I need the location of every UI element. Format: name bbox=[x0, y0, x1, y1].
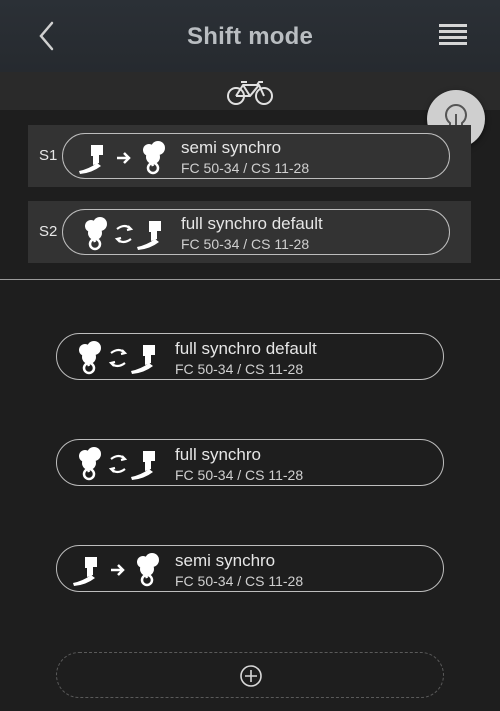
gear-ratio: FC 50-34 / CS 11-28 bbox=[175, 573, 304, 589]
plus-circle-icon bbox=[240, 665, 262, 687]
section-divider bbox=[0, 279, 500, 280]
semi-synchro-icon bbox=[71, 553, 161, 587]
mode-name: full synchro default bbox=[181, 214, 323, 233]
mode-option-full-synchro-default[interactable]: full synchro default FC 50-34 / CS 11-28 bbox=[56, 333, 444, 380]
mode-option-semi-synchro[interactable]: semi synchro FC 50-34 / CS 11-28 bbox=[56, 545, 444, 592]
bike-bar bbox=[0, 72, 500, 110]
full-synchro-icon bbox=[77, 447, 157, 481]
mode-pill-s1[interactable]: semi synchro FC 50-34 / CS 11-28 bbox=[62, 133, 450, 179]
slot-s1: S1 semi synchro FC 50-34 / CS 11-28 bbox=[28, 125, 471, 187]
slot-label: S1 bbox=[39, 147, 58, 164]
mode-option-full-synchro[interactable]: full synchro FC 50-34 / CS 11-28 bbox=[56, 439, 444, 486]
menu-button[interactable] bbox=[438, 22, 468, 48]
list-menu-icon bbox=[439, 24, 467, 45]
header-bar: Shift mode bbox=[0, 0, 500, 72]
gear-ratio: FC 50-34 / CS 11-28 bbox=[181, 236, 310, 252]
mode-name: full synchro default bbox=[175, 339, 317, 358]
semi-synchro-icon bbox=[77, 141, 167, 175]
slot-label: S2 bbox=[39, 223, 58, 240]
gear-ratio: FC 50-34 / CS 11-28 bbox=[175, 361, 304, 377]
gear-ratio: FC 50-34 / CS 11-28 bbox=[181, 160, 310, 176]
mode-name: semi synchro bbox=[175, 551, 276, 570]
add-mode-button[interactable] bbox=[56, 652, 444, 698]
page-title: Shift mode bbox=[187, 23, 313, 50]
bicycle-icon bbox=[227, 81, 273, 105]
mode-name: semi synchro bbox=[181, 138, 282, 157]
full-synchro-icon bbox=[83, 217, 163, 251]
slot-s2: S2 full synchro default FC 50-34 / CS 11… bbox=[28, 201, 471, 263]
gear-ratio: FC 50-34 / CS 11-28 bbox=[175, 467, 304, 483]
mode-name: full synchro bbox=[175, 445, 261, 464]
full-synchro-icon bbox=[77, 341, 157, 375]
mode-pill-s2[interactable]: full synchro default FC 50-34 / CS 11-28 bbox=[62, 209, 450, 255]
